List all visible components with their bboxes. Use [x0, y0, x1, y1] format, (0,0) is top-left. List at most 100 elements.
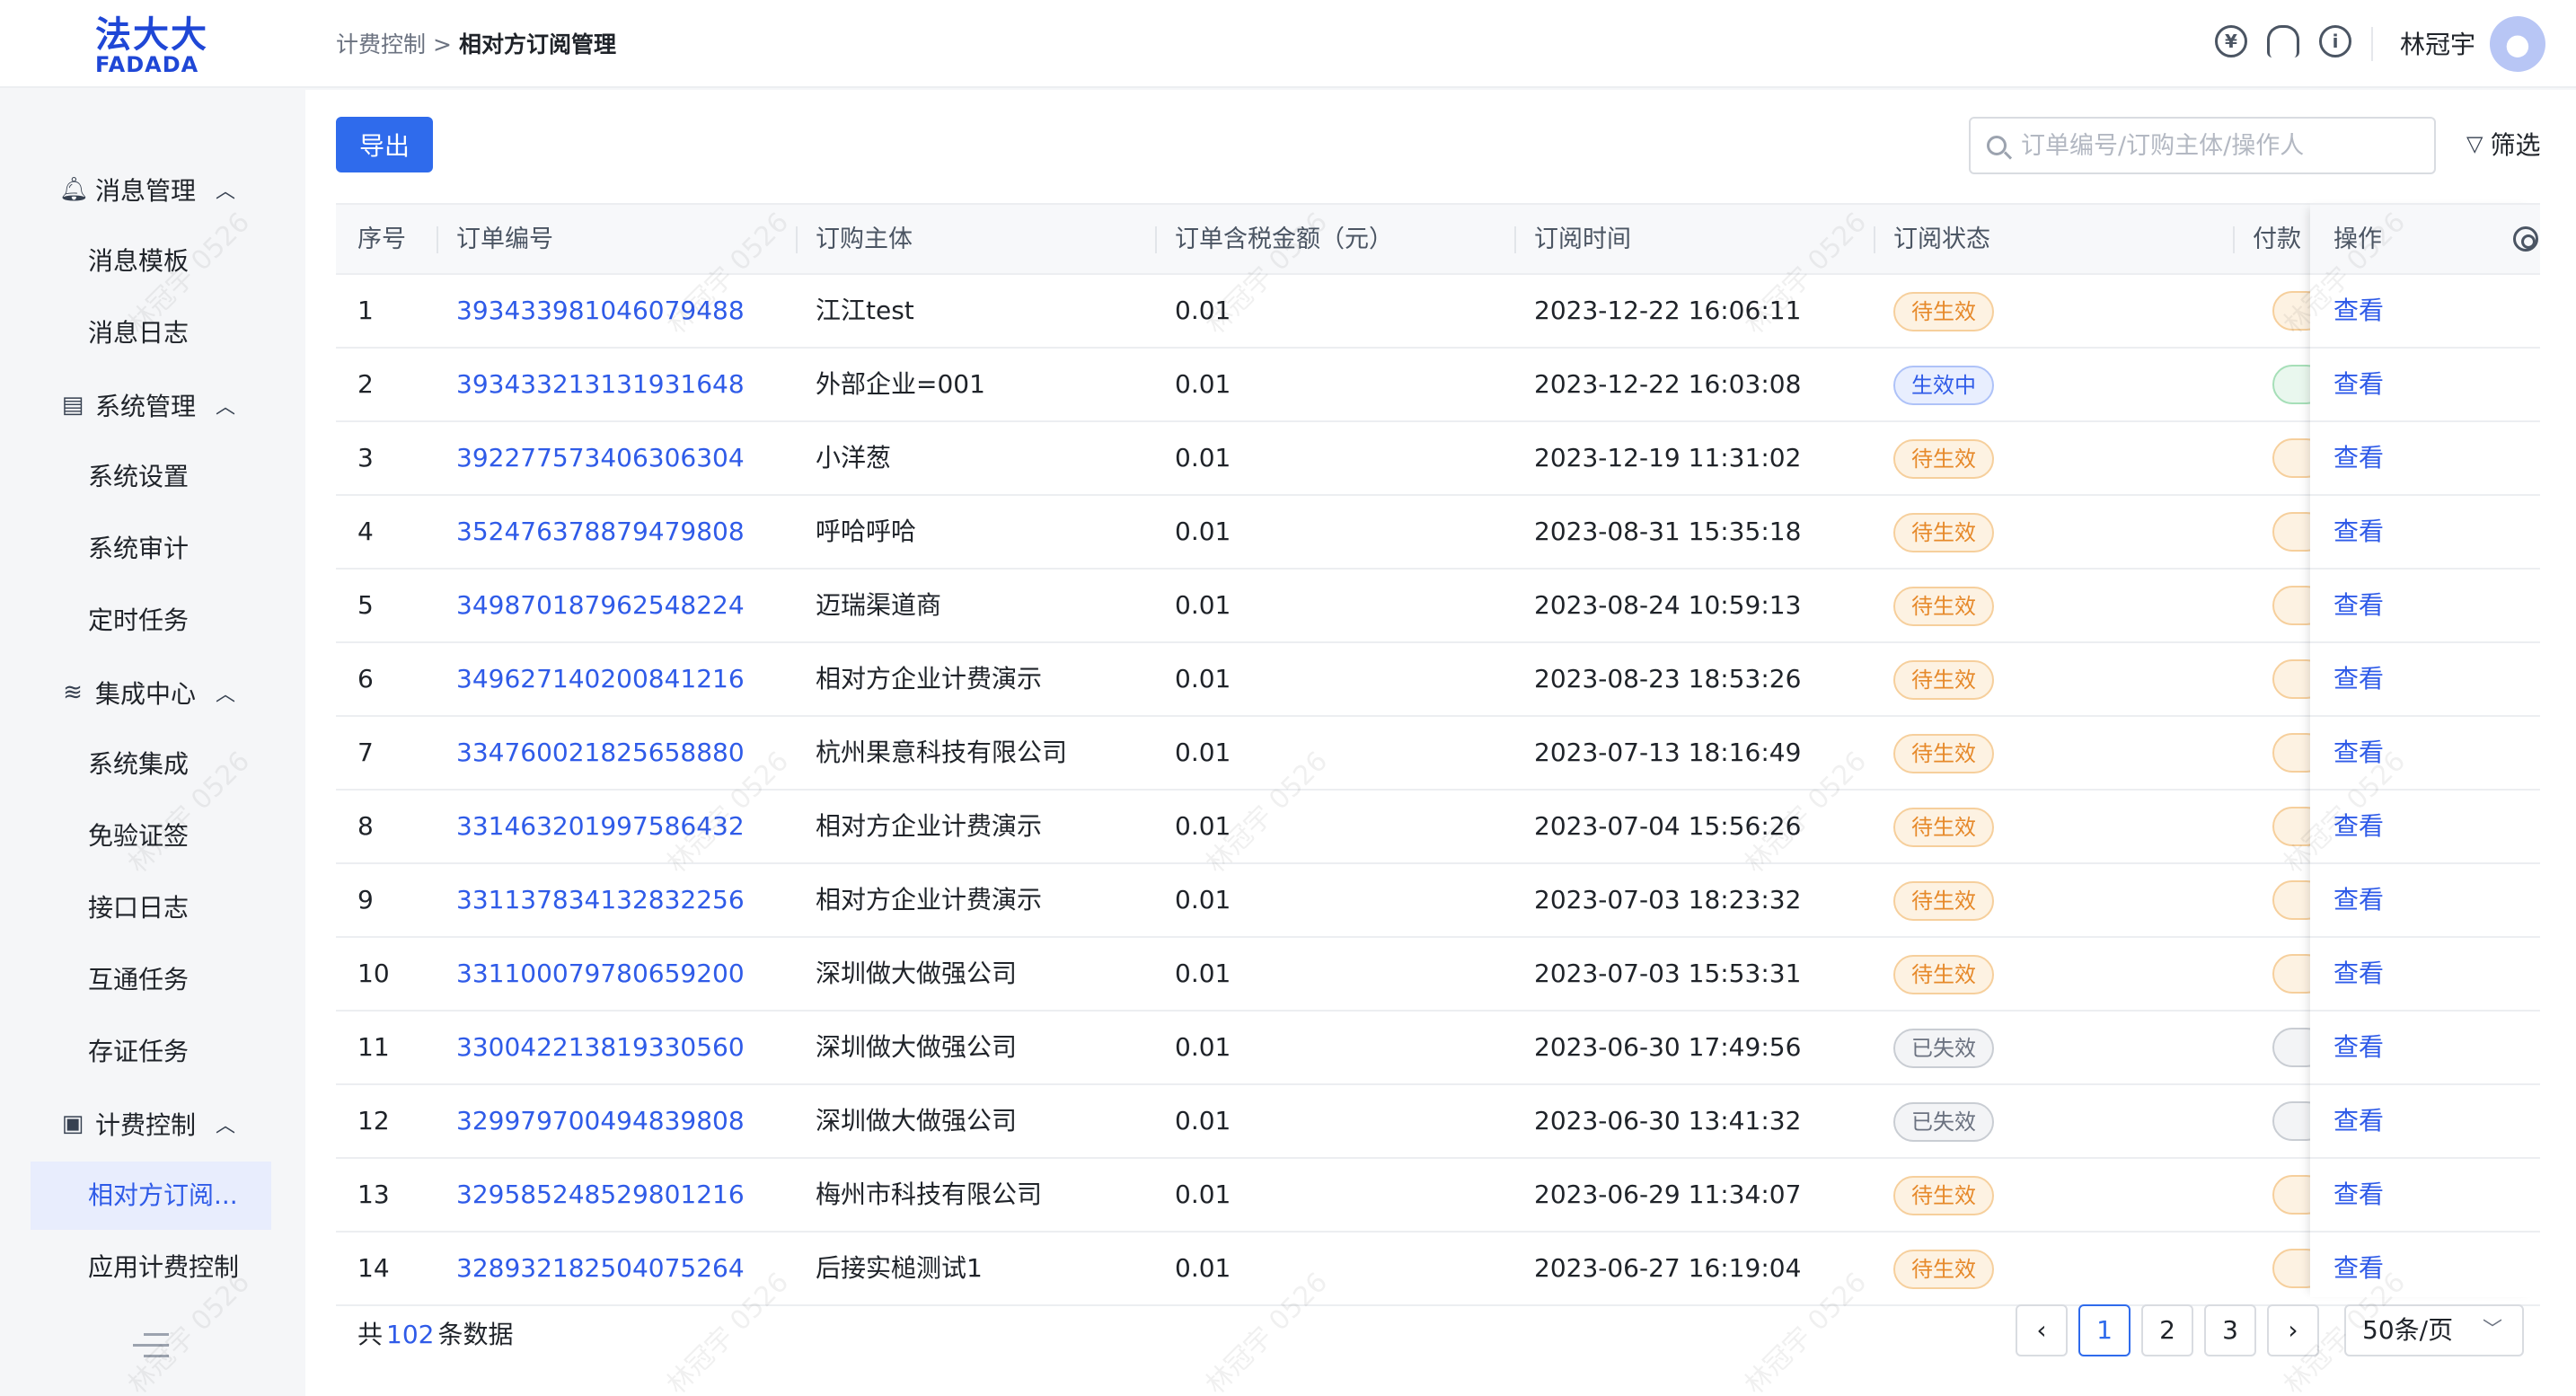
status-badge: 待生效: [1893, 1250, 1994, 1289]
page-button-2[interactable]: 2: [2141, 1304, 2193, 1356]
order-id-link[interactable]: 328932182504075264: [456, 1233, 745, 1304]
status-cell: 待生效: [1893, 422, 1994, 494]
page-size-select[interactable]: 50条/页 ﹀: [2344, 1304, 2524, 1356]
info-icon[interactable]: i: [2319, 25, 2351, 57]
collapse-menu-icon[interactable]: [133, 1333, 169, 1365]
gear-icon[interactable]: [2513, 226, 2538, 252]
subscription-time: 2023-06-29 11:34:07: [1534, 1180, 1802, 1209]
view-link[interactable]: 查看: [2333, 791, 2384, 862]
view-link[interactable]: 查看: [2333, 864, 2384, 936]
avatar[interactable]: ●: [2490, 16, 2545, 72]
page-button-3[interactable]: 3: [2204, 1304, 2256, 1356]
order-id-link[interactable]: 331137834132832256: [456, 864, 745, 936]
sidebar-group-system[interactable]: ▤ 系统管理 ︿: [59, 383, 235, 428]
username[interactable]: 林冠宇: [2400, 27, 2475, 63]
order-amount: 0.01: [1175, 664, 1231, 694]
order-id-link[interactable]: 331100079780659200: [456, 938, 745, 1010]
view-link[interactable]: 查看: [2333, 1012, 2384, 1083]
order-id-link[interactable]: 330042213819330560: [456, 1012, 745, 1083]
column-header-label: 订阅时间: [1534, 225, 1631, 253]
view-link[interactable]: 查看: [2333, 643, 2384, 715]
view-link[interactable]: 查看: [2333, 275, 2384, 347]
page-button-1[interactable]: 1: [2078, 1304, 2130, 1356]
status-badge: 生效中: [1893, 366, 1994, 405]
sidebar-item-message-log[interactable]: 消息日志: [88, 311, 189, 356]
table-footer: 共 102 条数据 ‹ 1 2 3 › 50条/页 ﹀: [336, 1304, 2540, 1367]
headset-icon[interactable]: [2267, 25, 2299, 57]
order-id-link[interactable]: 331463201997586432: [456, 791, 745, 862]
search-input[interactable]: [2021, 131, 2416, 160]
chevron-up-icon: ︿: [216, 1115, 236, 1137]
yuan-icon[interactable]: ¥: [2215, 25, 2247, 57]
table-row: 5 349870187962548224 迈瑞渠道商 0.01 2023-08-24 1…: [336, 570, 2540, 643]
sidebar-group-billing[interactable]: ▣ 计费控制 ︿: [59, 1101, 235, 1146]
status-badge: 已失效: [1893, 1029, 1994, 1068]
row-number: 4: [357, 517, 374, 546]
sidebar-item-system-settings[interactable]: 系统设置: [88, 455, 189, 499]
sidebar-item-system-audit[interactable]: 系统审计: [88, 526, 189, 571]
order-id-link[interactable]: 352476378879479808: [456, 496, 745, 568]
operations-cell: 查看: [2310, 496, 2540, 570]
row-number: 5: [357, 590, 374, 620]
view-link[interactable]: 查看: [2333, 1233, 2384, 1304]
sidebar-item-scheduled-tasks[interactable]: 定时任务: [88, 598, 189, 643]
subscription-time: 2023-07-03 15:53:31: [1534, 959, 1802, 988]
subscription-time: 2023-08-24 10:59:13: [1534, 590, 1802, 620]
view-link[interactable]: 查看: [2333, 422, 2384, 494]
row-number: 8: [357, 811, 374, 841]
row-number: 9: [357, 885, 374, 914]
order-subject: 深圳做大做强公司: [816, 1032, 1018, 1062]
sidebar-item-evidence-tasks[interactable]: 存证任务: [88, 1029, 189, 1074]
sidebar-item-system-integration[interactable]: 系统集成: [88, 742, 189, 787]
order-id-link[interactable]: 393433213131931648: [456, 349, 745, 420]
status-cell: 已失效: [1893, 1012, 1994, 1083]
filter-label: 筛选: [2490, 130, 2541, 160]
table-row: 12 329979700494839808 深圳做大做强公司 0.01 2023-06-…: [336, 1085, 2540, 1159]
sidebar-item-counterparty-subscription[interactable]: 相对方订阅...: [31, 1162, 271, 1230]
view-link[interactable]: 查看: [2333, 570, 2384, 641]
order-subject: 相对方企业计费演示: [816, 885, 1043, 914]
order-id-link[interactable]: 393433981046079488: [456, 275, 745, 347]
status-badge: 待生效: [1893, 734, 1994, 773]
view-link[interactable]: 查看: [2333, 496, 2384, 568]
breadcrumb-parent[interactable]: 计费控制: [336, 31, 426, 57]
sidebar-item-message-template[interactable]: 消息模板: [88, 239, 189, 284]
status-badge: 待生效: [1893, 955, 1994, 994]
status-badge: 待生效: [1893, 808, 1994, 847]
order-id-link[interactable]: 349627140200841216: [456, 643, 745, 715]
view-link[interactable]: 查看: [2333, 938, 2384, 1010]
sidebar-item-interop-tasks[interactable]: 互通任务: [88, 958, 189, 1003]
order-amount: 0.01: [1175, 296, 1231, 325]
sidebar-item-app-billing-control[interactable]: 应用计费控制: [88, 1245, 239, 1290]
row-number: 1: [357, 296, 374, 325]
next-page-button[interactable]: ›: [2267, 1304, 2319, 1356]
table-row: 6 349627140200841216 相对方企业计费演示 0.01 2023-08-…: [336, 643, 2540, 717]
prev-page-button[interactable]: ‹: [2016, 1304, 2068, 1356]
sidebar-item-api-log[interactable]: 接口日志: [88, 886, 189, 931]
view-link[interactable]: 查看: [2333, 349, 2384, 420]
order-subject: 呼哈呼哈: [816, 517, 917, 546]
subscription-time: 2023-07-03 18:23:32: [1534, 885, 1802, 914]
view-link[interactable]: 查看: [2333, 1085, 2384, 1157]
view-link[interactable]: 查看: [2333, 717, 2384, 789]
sidebar-group-message[interactable]: 🔔︎ 消息管理 ︿: [59, 167, 235, 212]
row-number: 11: [357, 1032, 390, 1062]
order-subject: 迈瑞渠道商: [816, 590, 942, 620]
column-header-time: 订阅时间: [1514, 205, 1631, 275]
sidebar-item-no-verify-sign[interactable]: 免验证签: [88, 814, 189, 859]
export-button[interactable]: 导出: [336, 117, 433, 172]
order-id-link[interactable]: 329979700494839808: [456, 1085, 745, 1157]
order-id-link[interactable]: 349870187962548224: [456, 570, 745, 641]
view-link[interactable]: 查看: [2333, 1159, 2384, 1231]
fadada-logo[interactable]: 法大大 FADADA: [95, 16, 212, 75]
order-id-link[interactable]: 329585248529801216: [456, 1159, 745, 1231]
column-header-label: 订购主体: [816, 225, 913, 253]
row-number: 13: [357, 1180, 390, 1209]
order-id-link[interactable]: 392277573406306304: [456, 422, 745, 494]
order-id-link[interactable]: 334760021825658880: [456, 717, 745, 789]
search-box[interactable]: [1969, 117, 2436, 174]
status-badge: 待生效: [1893, 292, 1994, 331]
filter-button[interactable]: ▽ 筛选: [2466, 126, 2540, 162]
sidebar-group-integration[interactable]: ≋ 集成中心 ︿: [59, 670, 235, 715]
operations-cell: 查看: [2310, 864, 2540, 938]
